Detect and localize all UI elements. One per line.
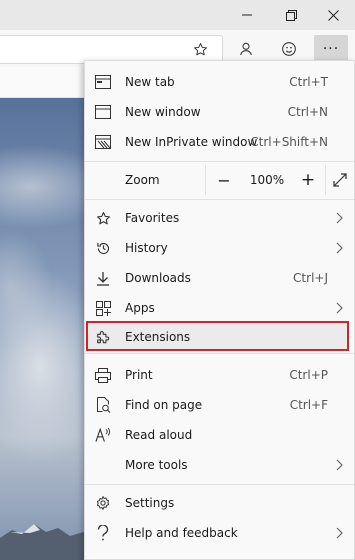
menu-divider [85,484,354,485]
menu-item-extensions[interactable]: Extensions [85,322,354,352]
zoom-row: Zoom − 100% + [85,161,354,199]
close-icon [327,9,339,21]
menu-item-label: More tools [125,458,188,472]
minimize-button[interactable] [229,0,265,30]
puzzle-icon [95,329,111,345]
menu-item-label: New tab [125,75,175,89]
history-icon [95,240,111,256]
zoom-out-button[interactable]: − [205,161,243,199]
menu-item-label: New InPrivate window [125,135,258,149]
zoom-label: Zoom [125,173,160,187]
person-icon [240,42,252,56]
plus-icon: + [300,170,316,190]
menu-item-favorites[interactable]: Favorites [85,203,354,233]
settings-menu: New tab Ctrl+T New window Ctrl+N New InP… [84,60,355,560]
chevron-right-icon [336,527,343,539]
favorite-button[interactable] [186,35,214,63]
menu-item-shortcut: Ctrl+Shift+N [250,135,328,149]
fullscreen-icon [332,173,347,187]
mountain-image [0,524,90,560]
minus-icon: − [217,170,231,190]
menu-item-new-tab[interactable]: New tab Ctrl+T [85,67,354,97]
page-header-strip [0,67,84,98]
chevron-right-icon [336,302,343,314]
menu-item-downloads[interactable]: Downloads Ctrl+J [85,263,354,293]
menu-item-help-and-feedback[interactable]: Help and feedback [85,518,354,548]
menu-item-label: Help and feedback [125,526,238,540]
download-icon [95,270,111,286]
new-tab-icon [95,74,111,90]
zoom-in-button[interactable]: + [291,161,325,199]
more-button[interactable]: ··· [314,35,348,63]
menu-item-label: Favorites [125,211,180,225]
menu-divider [85,353,354,354]
close-window-button[interactable] [315,0,351,30]
menu-item-label: Print [125,368,153,382]
chevron-right-icon [336,212,343,224]
menu-item-label: Extensions [125,330,191,344]
inprivate-icon [95,134,111,150]
menu-item-label: Settings [125,496,175,510]
apps-icon [95,300,111,316]
title-bar [0,0,355,30]
menu-item-more-tools[interactable]: More tools [85,450,354,480]
profile-button[interactable] [232,35,260,63]
gear-icon [95,495,111,511]
chevron-right-icon [336,459,343,471]
new-window-icon [95,104,111,120]
smiley-icon [282,42,296,56]
menu-item-label: Read aloud [125,428,193,442]
menu-item-new-window[interactable]: New window Ctrl+N [85,97,354,127]
zoom-level: 100% [249,173,285,187]
menu-item-label: Downloads [125,271,191,285]
menu-item-label: History [125,241,168,255]
read-aloud-icon [95,427,111,443]
restore-icon [285,9,297,21]
fullscreen-button[interactable] [325,161,354,199]
more-icon: ··· [322,41,340,57]
printer-icon [95,367,111,383]
menu-item-inprivate[interactable]: New InPrivate window Ctrl+Shift+N [85,127,354,157]
menu-item-label: Find on page [125,398,203,412]
menu-item-shortcut: Ctrl+J [293,271,328,285]
menu-item-shortcut: Ctrl+P [289,368,328,382]
feedback-button[interactable] [275,35,303,63]
menu-item-history[interactable]: History [85,233,354,263]
minimize-icon [242,14,252,16]
chevron-right-icon [336,242,343,254]
menu-item-shortcut: Ctrl+T [289,75,328,89]
menu-item-read-aloud[interactable]: Read aloud [85,420,354,450]
browser-window: ··· New tab Ctrl+T New window Ctrl+N New… [0,0,355,560]
menu-item-label: New window [125,105,201,119]
menu-item-shortcut: Ctrl+N [287,105,328,119]
menu-item-settings[interactable]: Settings [85,488,354,518]
menu-item-apps[interactable]: Apps [85,293,354,323]
menu-item-label: Apps [125,301,155,315]
menu-divider [85,199,354,200]
menu-item-shortcut: Ctrl+F [289,398,328,412]
menu-item-print[interactable]: Print Ctrl+P [85,360,354,390]
find-icon [95,397,111,413]
menu-item-find-on-page[interactable]: Find on page Ctrl+F [85,390,354,420]
question-icon [95,525,111,541]
star-outline-icon [193,42,207,55]
star-icon [95,210,111,226]
restore-button[interactable] [273,0,309,30]
